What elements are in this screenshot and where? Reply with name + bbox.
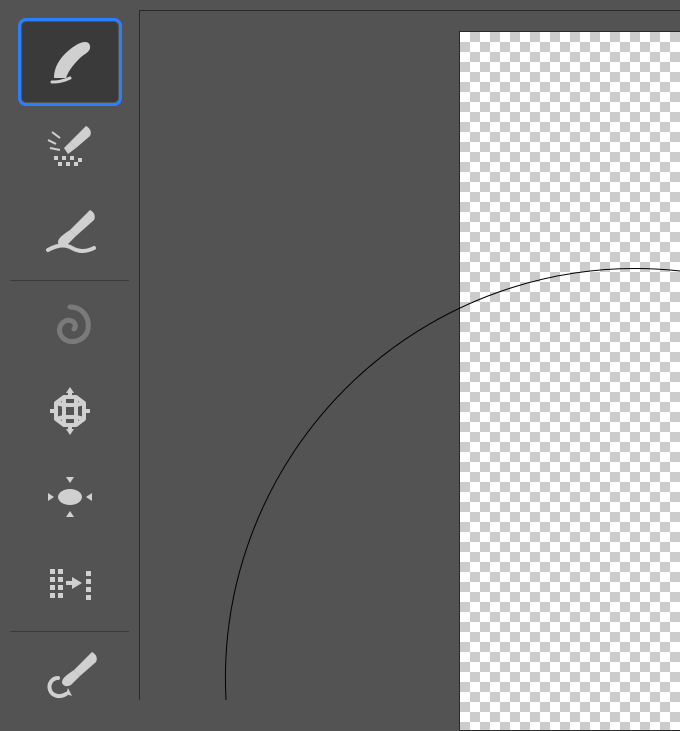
toolbar xyxy=(0,10,140,700)
canvas-area[interactable] xyxy=(141,11,680,700)
history-brush-tool[interactable] xyxy=(22,638,118,718)
toolbar-divider xyxy=(10,280,129,281)
reconstruct-tool[interactable] xyxy=(22,373,118,453)
scatter-brush-icon xyxy=(42,118,98,179)
pucker-tool[interactable] xyxy=(22,459,118,539)
scatter-brush-tool[interactable] xyxy=(22,108,118,188)
toolbar-divider xyxy=(10,631,129,632)
twirl-tool[interactable] xyxy=(22,287,118,367)
canvas[interactable] xyxy=(459,31,680,731)
turbulence-tool[interactable] xyxy=(22,545,118,625)
mesh-icon xyxy=(42,383,98,444)
swirl-icon xyxy=(42,297,98,358)
turbulence-icon xyxy=(42,555,98,616)
paint-brush-tool[interactable] xyxy=(22,194,118,274)
history-brush-icon xyxy=(42,648,98,709)
smudge-icon xyxy=(42,32,98,93)
pucker-icon xyxy=(42,469,98,530)
smudge-tool[interactable] xyxy=(22,22,118,102)
brush-icon xyxy=(42,204,98,265)
